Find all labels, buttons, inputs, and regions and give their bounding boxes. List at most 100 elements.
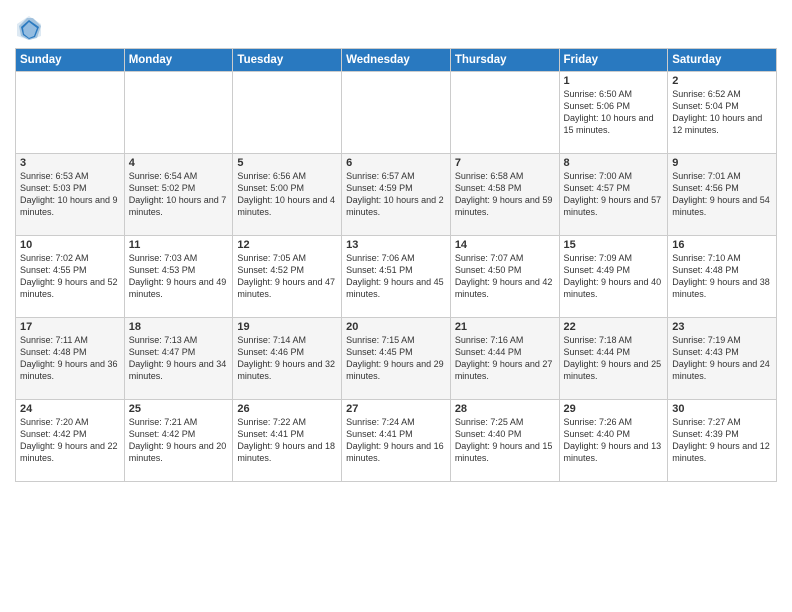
weekday-header-row: SundayMondayTuesdayWednesdayThursdayFrid… [16, 49, 777, 72]
day-info: Sunrise: 6:57 AM Sunset: 4:59 PM Dayligh… [346, 170, 446, 219]
day-info: Sunrise: 7:25 AM Sunset: 4:40 PM Dayligh… [455, 416, 555, 465]
day-number: 14 [455, 239, 555, 251]
day-info: Sunrise: 7:03 AM Sunset: 4:53 PM Dayligh… [129, 252, 229, 301]
day-number: 21 [455, 321, 555, 333]
day-number: 30 [672, 403, 772, 415]
header [15, 10, 777, 42]
calendar-table: SundayMondayTuesdayWednesdayThursdayFrid… [15, 48, 777, 482]
calendar-cell: 27Sunrise: 7:24 AM Sunset: 4:41 PM Dayli… [342, 400, 451, 482]
page-container: SundayMondayTuesdayWednesdayThursdayFrid… [0, 0, 792, 612]
weekday-header-friday: Friday [559, 49, 668, 72]
day-number: 9 [672, 157, 772, 169]
day-info: Sunrise: 7:07 AM Sunset: 4:50 PM Dayligh… [455, 252, 555, 301]
calendar-cell: 24Sunrise: 7:20 AM Sunset: 4:42 PM Dayli… [16, 400, 125, 482]
day-info: Sunrise: 7:20 AM Sunset: 4:42 PM Dayligh… [20, 416, 120, 465]
calendar-cell: 25Sunrise: 7:21 AM Sunset: 4:42 PM Dayli… [124, 400, 233, 482]
logo [15, 14, 47, 42]
day-info: Sunrise: 7:26 AM Sunset: 4:40 PM Dayligh… [564, 416, 664, 465]
calendar-cell: 20Sunrise: 7:15 AM Sunset: 4:45 PM Dayli… [342, 318, 451, 400]
day-info: Sunrise: 7:15 AM Sunset: 4:45 PM Dayligh… [346, 334, 446, 383]
calendar-cell: 12Sunrise: 7:05 AM Sunset: 4:52 PM Dayli… [233, 236, 342, 318]
day-info: Sunrise: 7:10 AM Sunset: 4:48 PM Dayligh… [672, 252, 772, 301]
day-number: 17 [20, 321, 120, 333]
day-number: 18 [129, 321, 229, 333]
day-number: 10 [20, 239, 120, 251]
day-info: Sunrise: 6:53 AM Sunset: 5:03 PM Dayligh… [20, 170, 120, 219]
day-number: 4 [129, 157, 229, 169]
weekday-header-monday: Monday [124, 49, 233, 72]
calendar-cell: 17Sunrise: 7:11 AM Sunset: 4:48 PM Dayli… [16, 318, 125, 400]
day-number: 19 [237, 321, 337, 333]
calendar-cell: 7Sunrise: 6:58 AM Sunset: 4:58 PM Daylig… [450, 154, 559, 236]
calendar-cell: 14Sunrise: 7:07 AM Sunset: 4:50 PM Dayli… [450, 236, 559, 318]
calendar-cell: 26Sunrise: 7:22 AM Sunset: 4:41 PM Dayli… [233, 400, 342, 482]
calendar-cell [342, 72, 451, 154]
weekday-header-wednesday: Wednesday [342, 49, 451, 72]
day-number: 8 [564, 157, 664, 169]
calendar-cell: 18Sunrise: 7:13 AM Sunset: 4:47 PM Dayli… [124, 318, 233, 400]
day-number: 25 [129, 403, 229, 415]
calendar-cell [450, 72, 559, 154]
calendar-cell [16, 72, 125, 154]
calendar-cell: 1Sunrise: 6:50 AM Sunset: 5:06 PM Daylig… [559, 72, 668, 154]
day-info: Sunrise: 6:52 AM Sunset: 5:04 PM Dayligh… [672, 88, 772, 137]
day-info: Sunrise: 6:50 AM Sunset: 5:06 PM Dayligh… [564, 88, 664, 137]
calendar-cell [124, 72, 233, 154]
calendar-cell: 16Sunrise: 7:10 AM Sunset: 4:48 PM Dayli… [668, 236, 777, 318]
calendar-cell: 15Sunrise: 7:09 AM Sunset: 4:49 PM Dayli… [559, 236, 668, 318]
day-number: 28 [455, 403, 555, 415]
day-info: Sunrise: 6:58 AM Sunset: 4:58 PM Dayligh… [455, 170, 555, 219]
day-number: 27 [346, 403, 446, 415]
calendar-cell: 22Sunrise: 7:18 AM Sunset: 4:44 PM Dayli… [559, 318, 668, 400]
calendar-cell: 4Sunrise: 6:54 AM Sunset: 5:02 PM Daylig… [124, 154, 233, 236]
calendar-cell: 13Sunrise: 7:06 AM Sunset: 4:51 PM Dayli… [342, 236, 451, 318]
logo-icon [15, 14, 43, 42]
day-number: 26 [237, 403, 337, 415]
day-info: Sunrise: 7:19 AM Sunset: 4:43 PM Dayligh… [672, 334, 772, 383]
day-info: Sunrise: 7:27 AM Sunset: 4:39 PM Dayligh… [672, 416, 772, 465]
day-info: Sunrise: 7:06 AM Sunset: 4:51 PM Dayligh… [346, 252, 446, 301]
calendar-cell: 23Sunrise: 7:19 AM Sunset: 4:43 PM Dayli… [668, 318, 777, 400]
day-number: 20 [346, 321, 446, 333]
day-number: 1 [564, 75, 664, 87]
calendar-cell: 8Sunrise: 7:00 AM Sunset: 4:57 PM Daylig… [559, 154, 668, 236]
day-number: 6 [346, 157, 446, 169]
calendar-cell [233, 72, 342, 154]
day-info: Sunrise: 7:18 AM Sunset: 4:44 PM Dayligh… [564, 334, 664, 383]
calendar-cell: 11Sunrise: 7:03 AM Sunset: 4:53 PM Dayli… [124, 236, 233, 318]
calendar-cell: 21Sunrise: 7:16 AM Sunset: 4:44 PM Dayli… [450, 318, 559, 400]
weekday-header-tuesday: Tuesday [233, 49, 342, 72]
day-info: Sunrise: 7:24 AM Sunset: 4:41 PM Dayligh… [346, 416, 446, 465]
day-number: 22 [564, 321, 664, 333]
day-number: 29 [564, 403, 664, 415]
day-info: Sunrise: 7:14 AM Sunset: 4:46 PM Dayligh… [237, 334, 337, 383]
day-number: 7 [455, 157, 555, 169]
day-number: 2 [672, 75, 772, 87]
day-number: 15 [564, 239, 664, 251]
day-info: Sunrise: 7:21 AM Sunset: 4:42 PM Dayligh… [129, 416, 229, 465]
day-number: 3 [20, 157, 120, 169]
calendar-cell: 6Sunrise: 6:57 AM Sunset: 4:59 PM Daylig… [342, 154, 451, 236]
weekday-header-thursday: Thursday [450, 49, 559, 72]
calendar-cell: 3Sunrise: 6:53 AM Sunset: 5:03 PM Daylig… [16, 154, 125, 236]
day-number: 16 [672, 239, 772, 251]
day-info: Sunrise: 7:16 AM Sunset: 4:44 PM Dayligh… [455, 334, 555, 383]
calendar-cell: 2Sunrise: 6:52 AM Sunset: 5:04 PM Daylig… [668, 72, 777, 154]
day-info: Sunrise: 7:02 AM Sunset: 4:55 PM Dayligh… [20, 252, 120, 301]
calendar-cell: 29Sunrise: 7:26 AM Sunset: 4:40 PM Dayli… [559, 400, 668, 482]
day-number: 13 [346, 239, 446, 251]
day-info: Sunrise: 6:54 AM Sunset: 5:02 PM Dayligh… [129, 170, 229, 219]
day-info: Sunrise: 7:09 AM Sunset: 4:49 PM Dayligh… [564, 252, 664, 301]
weekday-header-sunday: Sunday [16, 49, 125, 72]
calendar-week-2: 3Sunrise: 6:53 AM Sunset: 5:03 PM Daylig… [16, 154, 777, 236]
calendar-week-5: 24Sunrise: 7:20 AM Sunset: 4:42 PM Dayli… [16, 400, 777, 482]
day-number: 23 [672, 321, 772, 333]
day-number: 5 [237, 157, 337, 169]
day-info: Sunrise: 6:56 AM Sunset: 5:00 PM Dayligh… [237, 170, 337, 219]
calendar-cell: 5Sunrise: 6:56 AM Sunset: 5:00 PM Daylig… [233, 154, 342, 236]
calendar-week-4: 17Sunrise: 7:11 AM Sunset: 4:48 PM Dayli… [16, 318, 777, 400]
day-info: Sunrise: 7:00 AM Sunset: 4:57 PM Dayligh… [564, 170, 664, 219]
day-number: 12 [237, 239, 337, 251]
calendar-cell: 30Sunrise: 7:27 AM Sunset: 4:39 PM Dayli… [668, 400, 777, 482]
calendar-cell: 9Sunrise: 7:01 AM Sunset: 4:56 PM Daylig… [668, 154, 777, 236]
